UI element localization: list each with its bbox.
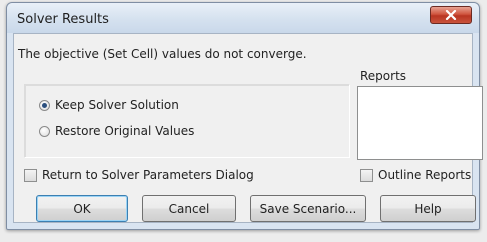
save-scenario-button[interactable]: Save Scenario... bbox=[250, 195, 366, 222]
restore-original-values-option[interactable]: Restore Original Values bbox=[39, 124, 194, 138]
restore-original-values-radio[interactable] bbox=[39, 125, 50, 137]
title-bar[interactable]: Solver Results bbox=[7, 3, 479, 33]
dialog-body: The objective (Set Cell) values do not c… bbox=[13, 33, 483, 223]
return-to-parameters-checkbox[interactable] bbox=[24, 168, 37, 182]
help-button[interactable]: Help bbox=[380, 195, 476, 222]
outline-reports-option[interactable]: Outline Reports bbox=[360, 168, 471, 182]
return-to-parameters-label: Return to Solver Parameters Dialog bbox=[42, 168, 254, 182]
return-to-parameters-option[interactable]: Return to Solver Parameters Dialog bbox=[24, 168, 254, 182]
ok-button[interactable]: OK bbox=[36, 195, 128, 222]
keep-solver-solution-radio[interactable] bbox=[39, 99, 50, 111]
solution-options-group: Keep Solver Solution Restore Original Va… bbox=[24, 84, 350, 158]
close-icon bbox=[445, 10, 457, 20]
reports-label: Reports bbox=[360, 69, 407, 83]
outline-reports-label: Outline Reports bbox=[378, 168, 472, 182]
outline-reports-checkbox[interactable] bbox=[360, 168, 373, 182]
keep-solver-solution-label: Keep Solver Solution bbox=[55, 98, 179, 112]
cancel-button[interactable]: Cancel bbox=[142, 195, 236, 222]
reports-listbox[interactable] bbox=[357, 86, 483, 160]
solver-results-dialog: Solver Results The objective (Set Cell) … bbox=[6, 2, 483, 230]
status-message: The objective (Set Cell) values do not c… bbox=[18, 47, 307, 61]
restore-original-values-label: Restore Original Values bbox=[55, 124, 195, 138]
dialog-title: Solver Results bbox=[17, 12, 109, 27]
keep-solver-solution-option[interactable]: Keep Solver Solution bbox=[39, 98, 179, 112]
close-button[interactable] bbox=[430, 6, 472, 24]
